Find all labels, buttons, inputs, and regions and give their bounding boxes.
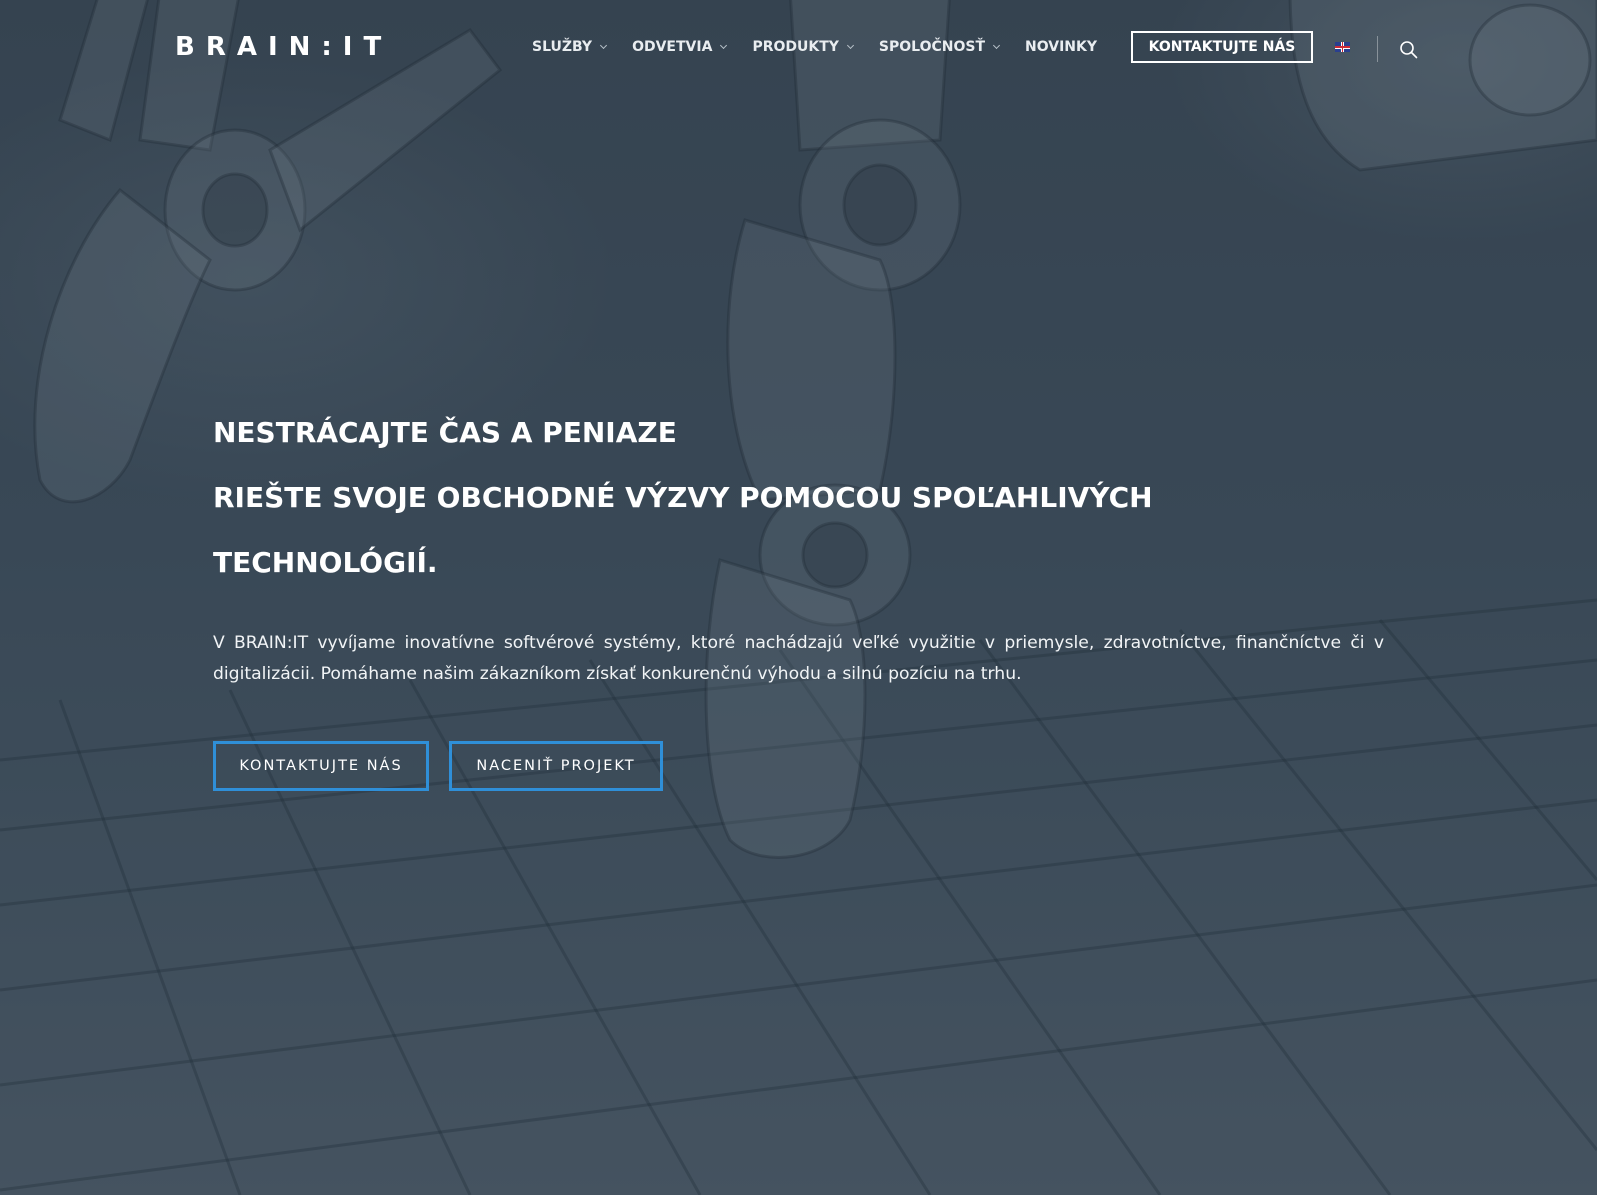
nav-item-label: ODVETVIA (632, 39, 713, 55)
contact-us-button[interactable]: KONTAKTUJTE NÁS (213, 741, 429, 791)
chevron-down-icon (720, 41, 728, 49)
hero-overlay (0, 0, 1597, 1195)
nav-item-label: PRODUKTY (752, 39, 839, 55)
nav-item-sluzby[interactable]: SLUŽBY (532, 39, 608, 55)
search-icon[interactable] (1399, 40, 1419, 60)
nav-item-label: NOVINKY (1025, 39, 1097, 55)
hero-headline: NESTRÁCAJTE ČAS A PENIAZE RIEŠTE SVOJE O… (213, 400, 1373, 595)
uk-flag-icon[interactable] (1335, 42, 1350, 52)
headline-line: TECHNOLÓGIÍ. (213, 546, 438, 579)
headline-line: RIEŠTE SVOJE OBCHODNÉ VÝZVY POMOCOU SPOĽ… (213, 481, 1153, 514)
header-contact-button[interactable]: KONTAKTUJTE NÁS (1131, 31, 1313, 63)
chevron-down-icon (600, 41, 608, 49)
main-nav: SLUŽBY ODVETVIA PRODUKTY SPOLOČNOSŤ NOVI… (532, 37, 1123, 57)
nav-item-spolocnost[interactable]: SPOLOČNOSŤ (878, 39, 1001, 55)
headline-line: NESTRÁCAJTE ČAS A PENIAZE (213, 416, 677, 449)
nav-item-label: SLUŽBY (532, 39, 593, 55)
hero-section (0, 0, 1597, 1195)
hero-lead-text: V BRAIN:IT vyvíjame inovatívne softvérov… (213, 633, 1384, 684)
brain-it-logo[interactable]: BRAIN:IT (175, 34, 392, 60)
nav-item-novinky[interactable]: NOVINKY (1025, 39, 1097, 55)
nav-item-odvetvia[interactable]: ODVETVIA (632, 39, 728, 55)
nav-item-label: SPOLOČNOSŤ (878, 39, 985, 55)
price-project-button[interactable]: NACENIŤ PROJEKT (449, 741, 663, 791)
nav-item-produkty[interactable]: PRODUKTY (752, 39, 854, 55)
chevron-down-icon (992, 41, 1001, 49)
chevron-down-icon (846, 41, 854, 49)
header-divider (1377, 36, 1378, 62)
